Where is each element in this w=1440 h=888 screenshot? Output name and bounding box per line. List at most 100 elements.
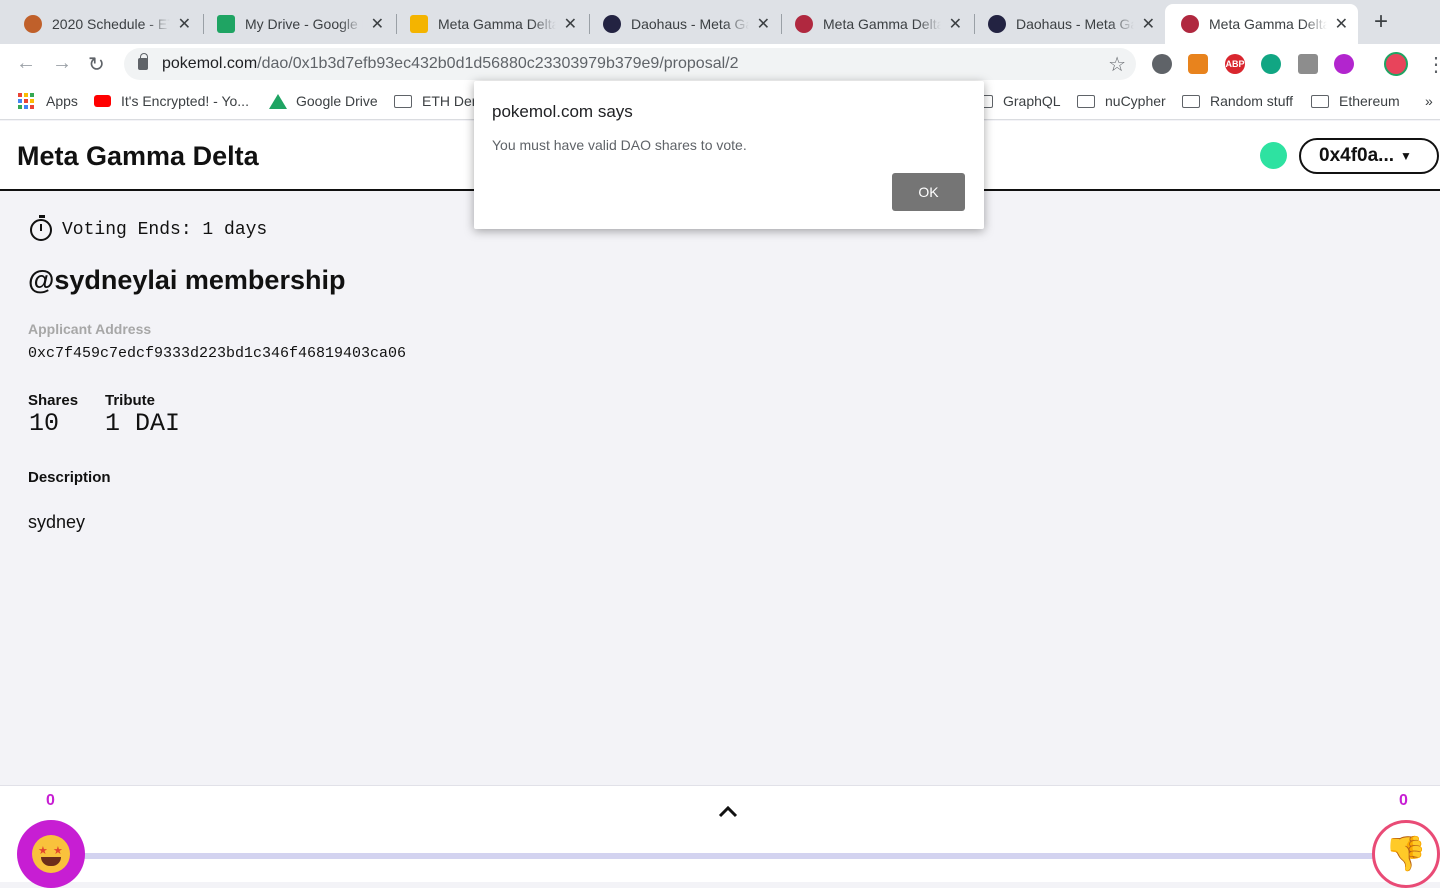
vote-progress-track	[60, 853, 1400, 859]
grammarly-icon[interactable]	[1261, 54, 1281, 74]
tab-close-icon[interactable]: ✕	[1142, 14, 1155, 34]
bookmark-folder[interactable]: Random stuff	[1182, 93, 1293, 109]
tab-favicon-icon	[24, 15, 42, 33]
browser-tab-strip: 2020 Schedule - ETHDenver ✕ My Drive - G…	[0, 0, 1440, 44]
chevron-up-icon[interactable]	[718, 802, 738, 822]
bookmark-folder[interactable]: nuCypher	[1077, 93, 1166, 109]
bookmark-youtube[interactable]: It's Encrypted! - Yo...	[94, 93, 249, 109]
caret-down-icon: ▼	[1400, 149, 1412, 163]
connection-status-dot	[1260, 142, 1287, 169]
bookmark-google-drive[interactable]: Google Drive	[269, 93, 378, 109]
vote-bar: 0 0 ★ ★ 👎	[0, 785, 1440, 888]
browser-tab-active[interactable]: Meta Gamma Delta ✕	[1165, 4, 1358, 44]
tribute-label: Tribute	[105, 392, 156, 409]
folder-icon	[1311, 94, 1329, 108]
bookmark-folder[interactable]: Ethereum	[1311, 93, 1400, 109]
tab-close-icon[interactable]: ✕	[371, 14, 384, 34]
folder-icon	[394, 94, 412, 108]
youtube-icon	[94, 95, 111, 107]
url-host: pokemol.com	[162, 55, 258, 72]
thumbs-down-icon: 👎	[1384, 834, 1428, 874]
tab-close-icon[interactable]: ✕	[564, 14, 577, 34]
apps-grid-icon	[18, 93, 34, 109]
voting-ends: Voting Ends: 1 days	[30, 215, 268, 241]
tribute-value: 1 DAI	[105, 409, 181, 438]
tab-close-icon[interactable]: ✕	[1335, 14, 1348, 34]
purple-extension-icon[interactable]	[1334, 54, 1354, 74]
reload-icon[interactable]: ↻	[88, 52, 105, 77]
stopwatch-icon	[30, 215, 52, 241]
bookmark-label: It's Encrypted! - Yo...	[121, 93, 249, 109]
tab-title: Meta Gamma Delta	[823, 16, 941, 32]
applicant-address: 0xc7f459c7edcf9333d223bd1c346f46819403ca…	[28, 345, 407, 362]
bookmarks-overflow-icon[interactable]: »	[1425, 93, 1433, 109]
url-path: /dao/0x1b3d7efb93ec432b0d1d56880c2330397…	[257, 55, 739, 72]
shares-value: 10	[29, 409, 60, 438]
voting-ends-text: Voting Ends: 1 days	[62, 220, 268, 240]
tab-close-icon[interactable]: ✕	[178, 14, 191, 34]
applicant-address-label: Applicant Address	[28, 321, 152, 337]
profile-avatar[interactable]	[1384, 52, 1408, 76]
yes-vote-count: 0	[46, 792, 55, 809]
tab-title: Daohaus - Meta Gamma Delta	[631, 16, 749, 32]
circle-extension-icon[interactable]	[1152, 54, 1172, 74]
address-bar[interactable]: pokemol.com/dao/0x1b3d7efb93ec432b0d1d56…	[124, 48, 1136, 80]
bookmark-folder[interactable]: GraphQL	[975, 93, 1061, 109]
proposal-title: @sydneylai membership	[28, 265, 346, 295]
description-text: sydney	[28, 512, 86, 532]
bookmark-apps[interactable]: Apps	[18, 93, 78, 109]
bookmark-label: GraphQL	[1003, 93, 1061, 109]
dialog-ok-button[interactable]: OK	[892, 173, 965, 211]
browser-tab[interactable]: Daohaus - Meta Gamma Delta ✕	[587, 4, 780, 44]
back-arrow-icon[interactable]: ←	[16, 52, 36, 75]
browser-tab[interactable]: 2020 Schedule - ETHDenver ✕	[8, 4, 201, 44]
bookmark-label: Apps	[46, 93, 78, 109]
forward-arrow-icon[interactable]: →	[52, 52, 72, 75]
star-struck-emoji-icon: ★ ★	[32, 835, 70, 873]
folder-icon	[1077, 94, 1095, 108]
tab-title: Meta Gamma Delta	[1209, 16, 1327, 32]
eyedropper-icon[interactable]	[1298, 54, 1318, 74]
google-drive-icon	[217, 15, 235, 33]
alert-dialog: pokemol.com says You must have valid DAO…	[474, 81, 984, 229]
metamask-icon[interactable]	[1188, 54, 1208, 74]
dialog-message: You must have valid DAO shares to vote.	[492, 137, 747, 153]
tab-close-icon[interactable]: ✕	[949, 14, 962, 34]
browser-tab[interactable]: Meta Gamma Delta ✕	[394, 4, 587, 44]
account-address: 0x4f0a...	[1319, 145, 1394, 166]
account-button[interactable]: 0x4f0a... ▼	[1299, 138, 1439, 174]
vote-yes-button[interactable]: ★ ★	[17, 820, 85, 888]
browser-tab[interactable]: My Drive - Google Drive ✕	[201, 4, 394, 44]
bookmark-label: Ethereum	[1339, 93, 1400, 109]
folder-icon	[1182, 94, 1200, 108]
daohaus-icon	[988, 15, 1006, 33]
no-vote-count: 0	[1399, 792, 1408, 809]
proposal-detail: Voting Ends: 1 days @sydneylai membershi…	[0, 191, 1440, 785]
lock-icon	[138, 53, 148, 70]
browser-toolbar: ← → ↻ pokemol.com/dao/0x1b3d7efb93ec432b…	[0, 44, 1440, 84]
browser-tab[interactable]: Meta Gamma Delta ✕	[779, 4, 972, 44]
browser-tab[interactable]: Daohaus - Meta Gamma Delta ✕	[972, 4, 1165, 44]
tab-close-icon[interactable]: ✕	[757, 14, 770, 34]
dao-title[interactable]: Meta Gamma Delta	[17, 141, 259, 172]
bookmark-label: Google Drive	[296, 93, 378, 109]
dialog-title: pokemol.com says	[492, 102, 633, 121]
shares-label: Shares	[28, 392, 79, 409]
google-drive-icon	[269, 93, 287, 109]
tab-title: Meta Gamma Delta	[438, 16, 556, 32]
slides-icon	[410, 15, 428, 33]
daohaus-icon	[603, 15, 621, 33]
bookmark-star-icon[interactable]: ☆	[1108, 52, 1126, 77]
tab-title: Daohaus - Meta Gamma Delta	[1016, 16, 1134, 32]
bookmark-label: Random stuff	[1210, 93, 1294, 109]
vote-no-button[interactable]: 👎	[1372, 820, 1440, 888]
tab-title: My Drive - Google Drive	[245, 16, 363, 32]
bookmark-label: nuCypher	[1105, 93, 1166, 109]
dao-favicon-icon	[795, 15, 813, 33]
description-label: Description	[28, 469, 111, 486]
new-tab-icon[interactable]: +	[1374, 8, 1388, 36]
tab-title: 2020 Schedule - ETHDenver	[52, 16, 170, 32]
adblock-icon[interactable]: ABP	[1225, 54, 1245, 74]
more-menu-icon[interactable]: ⋮	[1426, 52, 1440, 77]
dao-favicon-icon	[1181, 15, 1199, 33]
